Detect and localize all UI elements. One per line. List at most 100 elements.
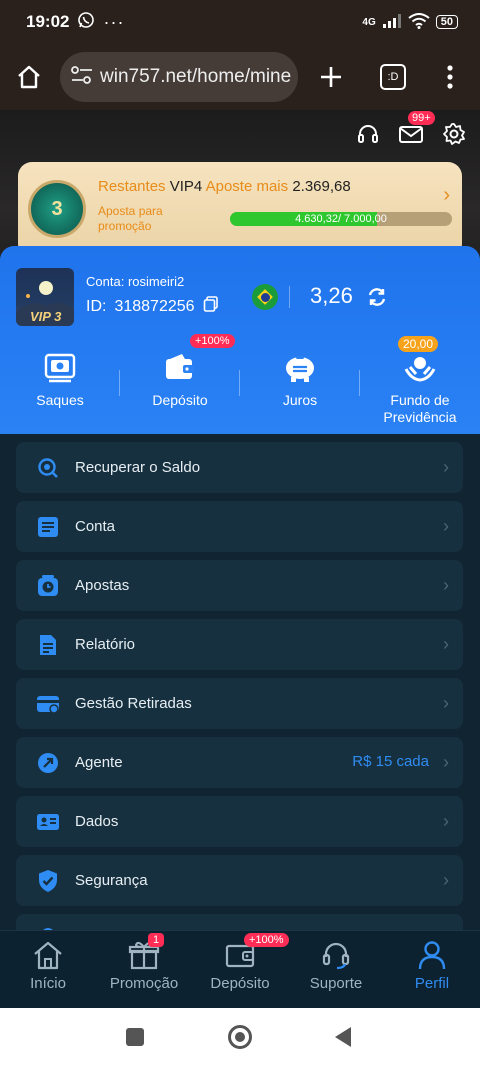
balance-amount: 3,26	[310, 283, 353, 308]
action-deposito-label: Depósito	[152, 392, 208, 408]
action-saques[interactable]: Saques	[0, 342, 120, 409]
url-text: win757.net/home/mine	[100, 66, 292, 87]
vip-medal-icon: 3	[28, 180, 86, 238]
id-card-icon	[36, 810, 60, 834]
account-id-label: ID:	[86, 297, 107, 315]
tab-label: Perfil	[414, 975, 450, 992]
vip-prefix: Restantes	[98, 178, 166, 195]
chevron-right-icon: ›	[443, 457, 449, 477]
menu-recuperar-saldo[interactable]: Recuperar o Saldo ›	[16, 442, 463, 493]
share-icon	[36, 751, 60, 775]
document-icon	[36, 633, 60, 657]
hand-coin-icon	[403, 353, 437, 386]
copy-icon[interactable]	[203, 296, 219, 317]
back-icon[interactable]	[334, 1026, 352, 1053]
action-juros[interactable]: Juros	[240, 342, 360, 409]
menu-gestao-retiradas[interactable]: Gestão Retiradas ›	[16, 678, 463, 729]
brazil-flag-icon	[252, 284, 278, 310]
vip-mid: Aposte mais	[205, 178, 289, 195]
menu-dados[interactable]: Dados ›	[16, 796, 463, 847]
battery-indicator: 50	[435, 15, 458, 29]
headset-icon	[320, 940, 352, 974]
vip-progress-card[interactable]: 3 Restantes VIP4 Aposte mais 2.369,68 Ap…	[18, 162, 462, 258]
more-notifications-icon: ···	[103, 11, 125, 32]
account-label: Conta:	[86, 274, 125, 289]
tab-label: Suporte	[309, 975, 363, 992]
action-deposito[interactable]: Depósito +100%	[120, 334, 240, 409]
tab-promocao[interactable]: Promoção 1	[96, 933, 192, 992]
chevron-right-icon: ›	[443, 516, 449, 536]
mail-badge: 99+	[408, 111, 435, 125]
previdencia-amount-tag: 20,00	[398, 336, 439, 352]
recents-icon[interactable]	[126, 1028, 144, 1046]
new-tab-icon[interactable]	[318, 64, 344, 95]
agente-reward-text: R$ 15 cada	[352, 753, 429, 770]
menu-label: Dados	[75, 813, 119, 830]
menu-label: Agente	[75, 754, 123, 771]
vip-remaining: 2.369,68	[292, 178, 351, 195]
action-juros-label: Juros	[282, 392, 318, 408]
menu-seguranca[interactable]: Segurança ›	[16, 855, 463, 906]
browser-menu-icon[interactable]	[444, 64, 456, 95]
action-saques-label: Saques	[36, 392, 84, 408]
status-time: 19:02	[26, 12, 70, 31]
menu-label: Segurança	[75, 872, 148, 889]
header-actions: 99+	[356, 111, 466, 151]
chevron-right-icon: ›	[443, 184, 450, 206]
chevron-right-icon: ›	[443, 634, 449, 654]
tab-suporte[interactable]: Suporte	[288, 939, 384, 992]
tab-deposito[interactable]: Depósito +100%	[192, 933, 289, 992]
system-nav-bar	[0, 1008, 480, 1066]
network-type: 4G	[362, 16, 376, 28]
home-icon[interactable]	[16, 64, 42, 95]
tab-switcher-icon[interactable]: :D	[380, 64, 406, 90]
menu-label: Recuperar o Saldo	[75, 459, 201, 476]
site-settings-icon[interactable]	[70, 65, 94, 90]
menu-relatorio[interactable]: Relatório ›	[16, 619, 463, 670]
signal-icon	[382, 13, 402, 31]
tab-label: Início	[30, 975, 66, 992]
menu-label: Apostas	[75, 577, 130, 594]
chevron-right-icon: ›	[443, 575, 449, 595]
home-icon	[32, 940, 64, 974]
gear-icon[interactable]	[442, 122, 466, 151]
vip-sub-label: Aposta para promoção	[98, 204, 163, 233]
browser-toolbar: win757.net/home/mine :D	[0, 44, 480, 110]
tab-perfil[interactable]: Perfil	[384, 939, 480, 992]
menu-label: Conta	[75, 518, 116, 535]
url-bar[interactable]: win757.net/home/mine	[60, 52, 298, 102]
divider	[289, 286, 290, 308]
deposito-badge: +100%	[244, 933, 289, 947]
chevron-right-icon: ›	[443, 693, 449, 713]
menu-apostas[interactable]: Apostas ›	[16, 560, 463, 611]
action-fundo-previdencia[interactable]: Fundo de Previdência 20,00	[360, 336, 480, 426]
list-icon	[36, 515, 60, 539]
mail-icon[interactable]: 99+	[398, 111, 435, 150]
menu-conta[interactable]: Conta ›	[16, 501, 463, 552]
tab-label: Depósito	[210, 975, 270, 992]
headset-icon[interactable]	[356, 122, 380, 151]
whatsapp-icon	[77, 11, 95, 34]
account-username: rosimeiri2	[127, 274, 185, 289]
deposit-bonus-tag: +100%	[190, 334, 235, 348]
status-bar: 19:02 ··· 4G 50	[0, 0, 480, 44]
refresh-icon[interactable]	[366, 286, 388, 313]
account-id-row: ID: 318872256	[86, 296, 219, 317]
menu-label: Gestão Retiradas	[75, 695, 192, 712]
wifi-icon	[408, 12, 430, 32]
avatar-vip-badge: VIP 3	[30, 309, 62, 324]
menu-agente[interactable]: Agente R$ 15 cada ›	[16, 737, 463, 788]
avatar[interactable]: VIP 3	[16, 268, 74, 326]
clock-icon	[36, 574, 60, 598]
vip-level-number: 3	[51, 197, 63, 220]
vip-progress-bar: 4.630,32/ 7.000,00	[230, 212, 452, 226]
tab-inicio[interactable]: Início	[0, 939, 96, 992]
profile-menu: Recuperar o Saldo › Conta › Apostas › Re…	[16, 442, 463, 952]
promocao-badge: 1	[148, 933, 165, 947]
profile-page: 99+ 3 Restantes VIP4 Aposte mais 2.369,6…	[0, 110, 480, 1008]
quick-actions: Saques Depósito +100% Juros Fundo de Pre…	[0, 334, 480, 432]
shield-icon	[36, 869, 60, 893]
card-icon	[36, 692, 60, 716]
withdraw-icon	[44, 351, 76, 386]
home-button-icon[interactable]	[228, 1025, 252, 1049]
